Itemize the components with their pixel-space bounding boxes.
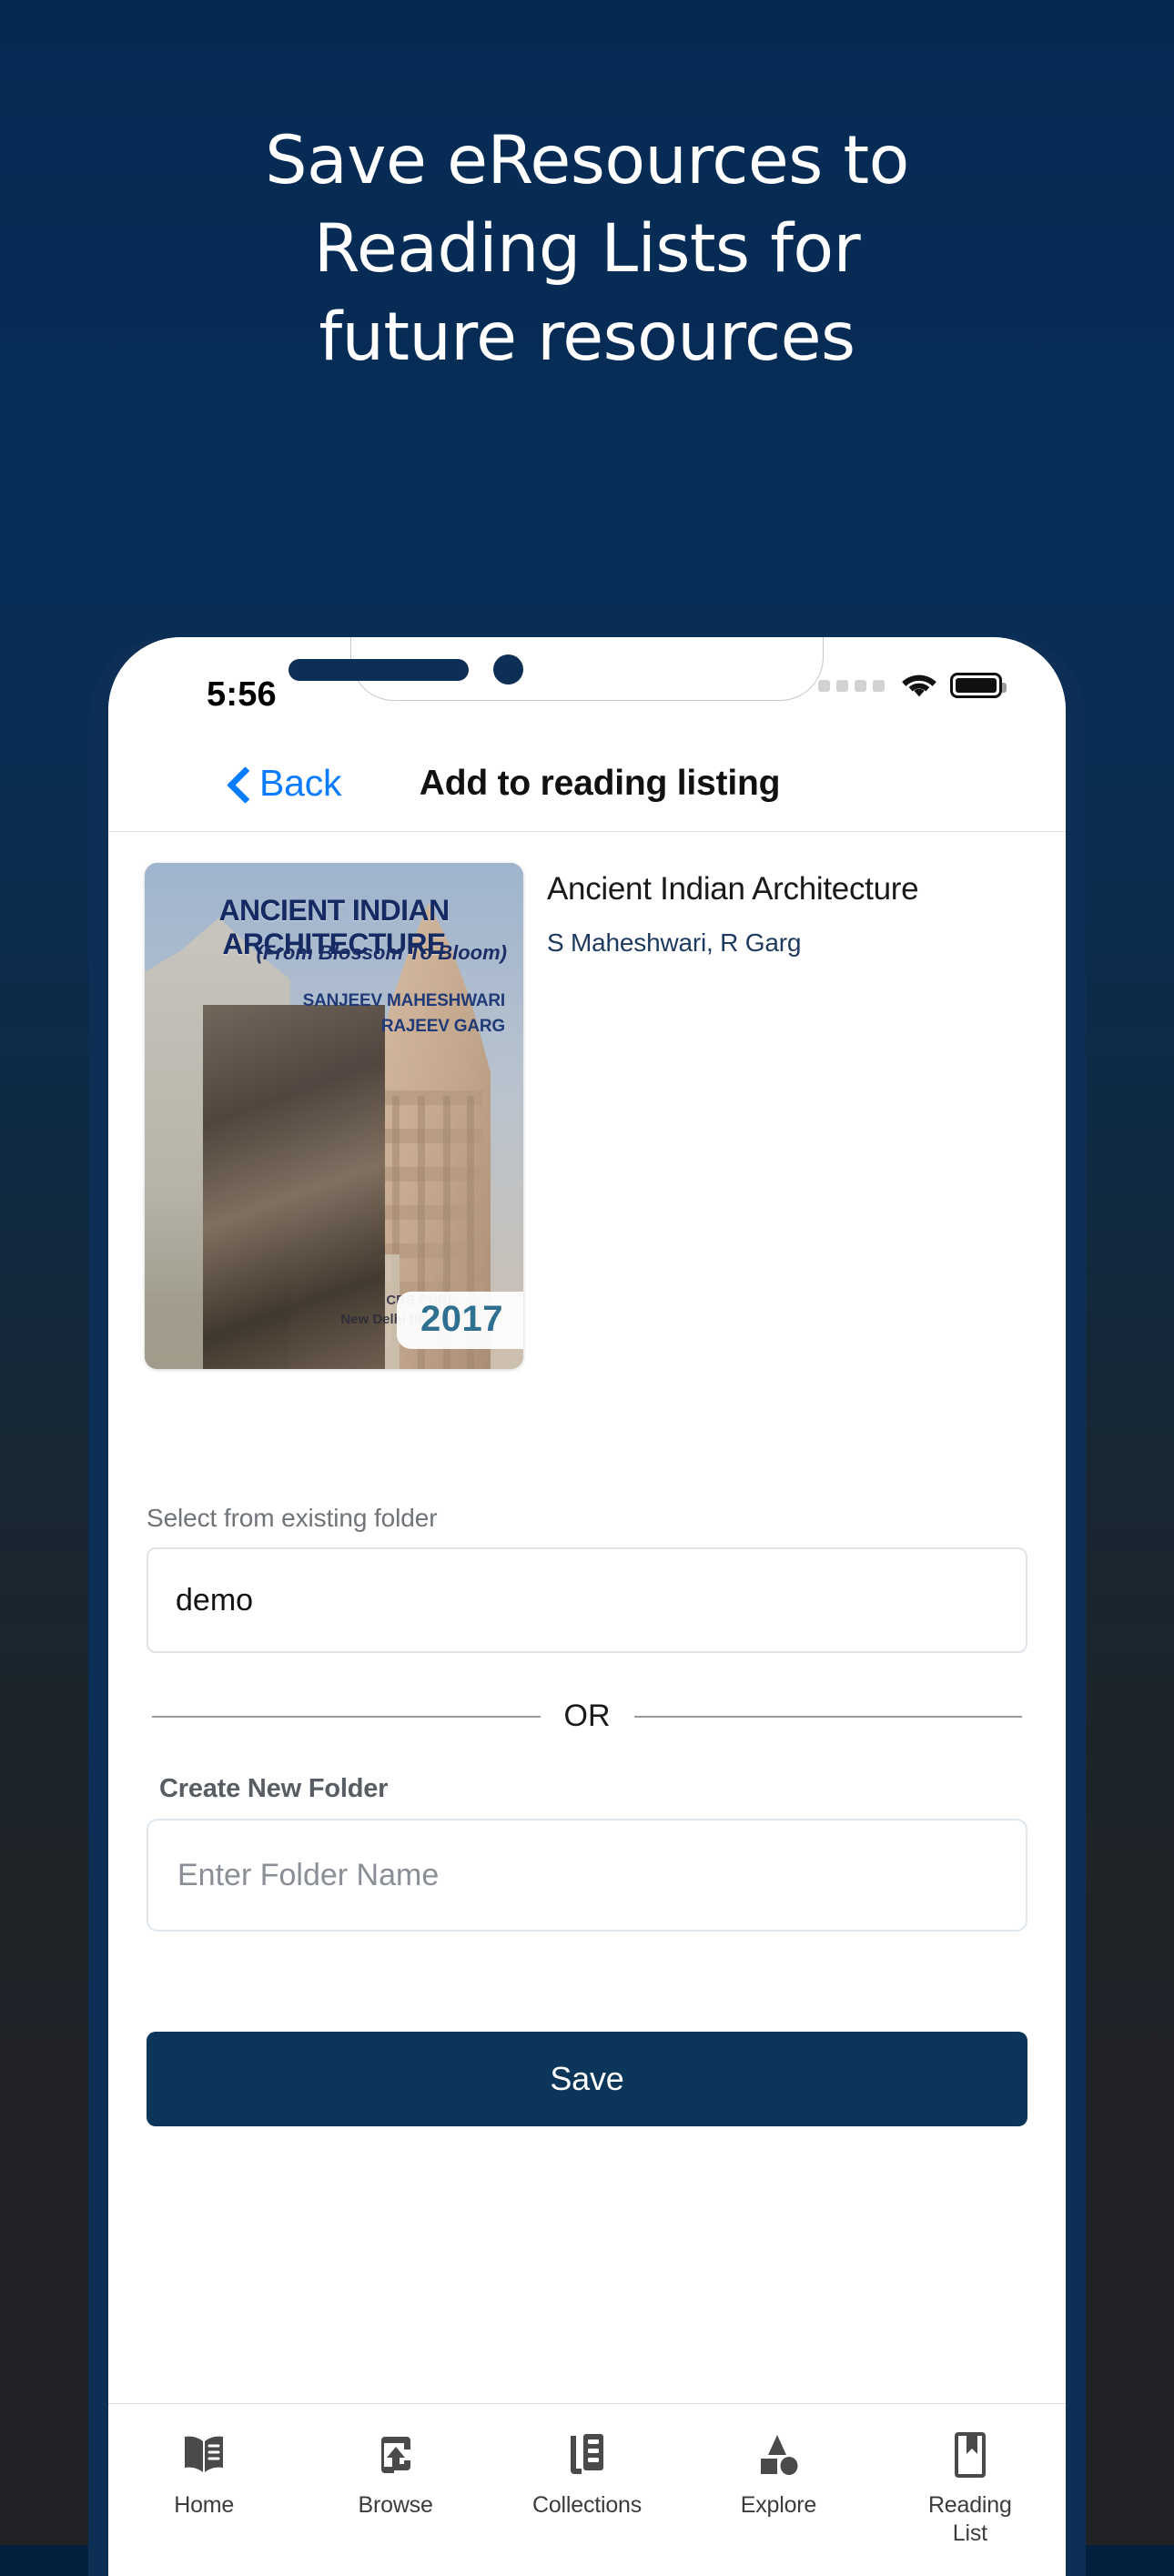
bookmark-icon (951, 2429, 989, 2480)
book-cover-image[interactable]: ANCIENT INDIAN ARCHITECTURE (From Blosso… (145, 863, 523, 1369)
or-label: OR (563, 1699, 611, 1733)
tab-explore-label: Explore (740, 2492, 817, 2518)
phone-body: 5:56 Back Add to reading listing ANCIENT… (108, 637, 1066, 2576)
chevron-left-icon (228, 766, 248, 801)
nav-bar: Back Add to reading listing (108, 735, 1066, 832)
status-time: 5:56 (207, 675, 277, 714)
tab-collections-label: Collections (531, 2492, 643, 2518)
book-title: Ancient Indian Architecture (547, 871, 919, 907)
create-folder-label: Create New Folder (159, 1774, 389, 1803)
front-camera-dot (493, 654, 523, 685)
cover-authors-text: SANJEEV MAHESHWARI RAJEEV GARG (302, 991, 506, 1036)
app-screen: 5:56 Back Add to reading listing ANCIENT… (108, 637, 1066, 2576)
open-book-icon (181, 2429, 227, 2480)
divider-line-left (152, 1715, 541, 1718)
tab-explore[interactable]: Explore (683, 2429, 874, 2520)
battery-full-icon (950, 673, 1007, 698)
tab-home[interactable]: Home (108, 2429, 299, 2520)
bottom-tab-bar: Home Browse Collections Explore Reading … (108, 2403, 1066, 2576)
reading-list-form: Select from existing folder demo OR Crea… (108, 1504, 1066, 2126)
save-button[interactable]: Save (147, 2032, 1027, 2126)
tab-browse-label: Browse (358, 2492, 433, 2518)
screen-content: ANCIENT INDIAN ARCHITECTURE (From Blosso… (108, 832, 1066, 2403)
book-authors: S Maheshwari, R Garg (547, 928, 802, 958)
tab-reading-list-label: Reading List (927, 2492, 1012, 2546)
stacked-documents-icon (565, 2429, 609, 2480)
dynamic-island (288, 659, 469, 681)
tab-collections[interactable]: Collections (491, 2429, 683, 2520)
tab-browse[interactable]: Browse (299, 2429, 491, 2520)
promo-headline: Save eResources to Reading Lists for fut… (265, 122, 909, 377)
shapes-icon (755, 2429, 801, 2480)
status-indicators (818, 672, 1007, 699)
or-divider: OR (152, 1699, 1022, 1734)
existing-folder-select[interactable]: demo (147, 1547, 1027, 1653)
tab-home-label: Home (174, 2492, 235, 2518)
back-button-label: Back (259, 762, 342, 804)
select-folder-label: Select from existing folder (147, 1504, 438, 1532)
new-folder-placeholder: Enter Folder Name (177, 1857, 440, 1892)
existing-folder-value: demo (176, 1582, 254, 1618)
new-folder-input[interactable]: Enter Folder Name (147, 1819, 1027, 1932)
book-details: Ancient Indian Architecture S Maheshwari… (547, 863, 1029, 1369)
divider-line-right (633, 1715, 1022, 1718)
signal-dots-icon (818, 679, 885, 692)
back-button[interactable]: Back (228, 762, 342, 805)
tab-reading-list[interactable]: Reading List (875, 2429, 1066, 2547)
cover-subtitle-text: (From Blossom To Bloom) (256, 941, 507, 964)
wifi-icon (901, 672, 937, 699)
book-summary: ANCIENT INDIAN ARCHITECTURE (From Blosso… (108, 832, 1066, 1369)
status-bar: 5:56 (108, 637, 1066, 735)
phone-mockup: 5:56 Back Add to reading listing ANCIENT… (88, 637, 1086, 2576)
upload-box-icon (374, 2429, 418, 2480)
publication-year-badge: 2017 (397, 1292, 523, 1349)
